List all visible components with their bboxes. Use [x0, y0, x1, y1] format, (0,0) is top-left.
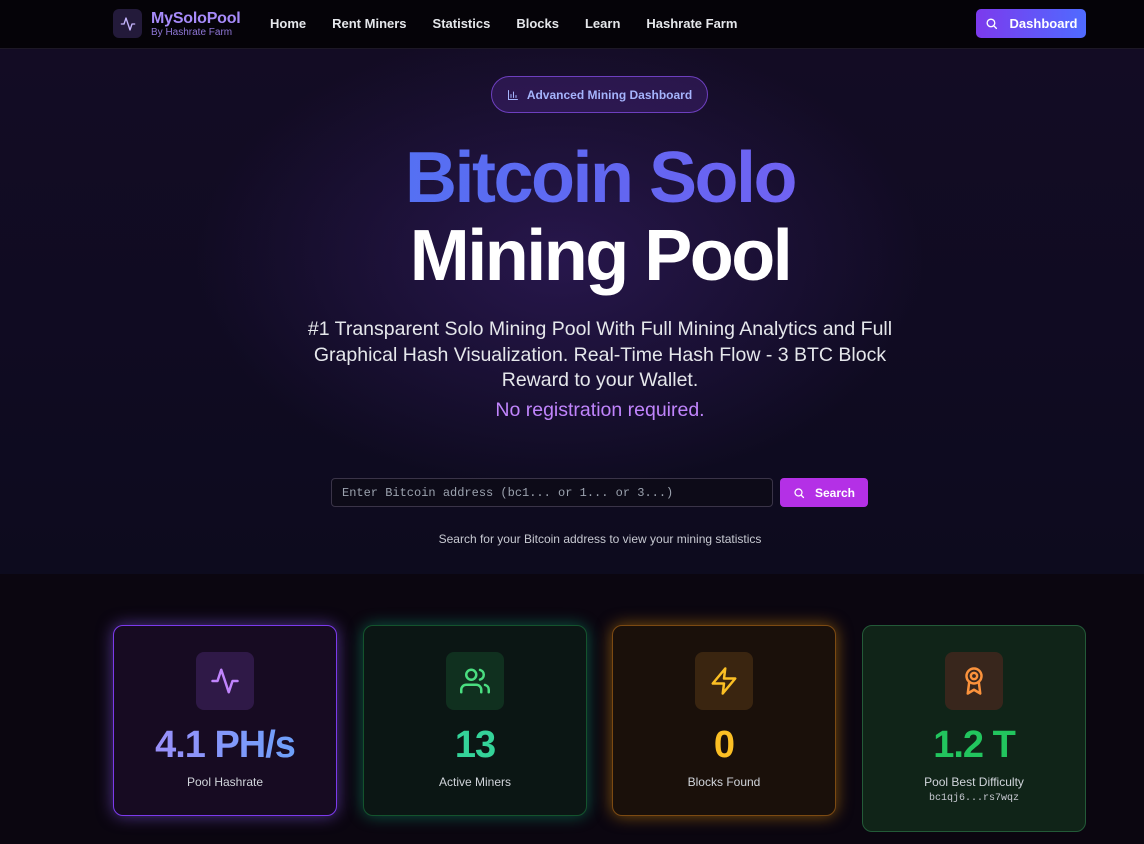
- nav-link-rent-miners[interactable]: Rent Miners: [332, 16, 406, 31]
- stat-card-pool-best-difficulty: 1.2 T Pool Best Difficulty bc1qj6...rs7w…: [862, 625, 1086, 832]
- active-miners-label: Active Miners: [438, 775, 512, 789]
- pool-best-difficulty-value: 1.2 T: [933, 724, 1016, 766]
- best-difficulty-address[interactable]: bc1qj6...rs7wqz: [863, 793, 1085, 804]
- no-registration-note: No registration required.: [495, 399, 705, 421]
- pool-hashrate-label: Pool Hashrate: [186, 775, 264, 789]
- stats-section: 4.1 PH/s Pool Hashrate 13 Active Miners …: [0, 574, 1144, 844]
- pool-best-difficulty-label: Pool Best Difficulty: [924, 775, 1024, 789]
- lightning-icon: [695, 652, 753, 710]
- nav-link-hashrate-farm[interactable]: Hashrate Farm: [646, 16, 737, 31]
- stat-card-blocks-found: 0 Blocks Found: [612, 625, 836, 816]
- nav-link-learn[interactable]: Learn: [585, 16, 620, 31]
- pool-hashrate-value: 4.1 PH/s: [114, 724, 336, 767]
- bar-chart-icon: [507, 89, 518, 100]
- nav-link-blocks[interactable]: Blocks: [516, 16, 559, 31]
- search-button[interactable]: Search: [780, 478, 868, 507]
- pill-label: Advanced Mining Dashboard: [526, 87, 693, 102]
- dashboard-button[interactable]: Dashboard: [976, 9, 1086, 38]
- award-icon: [945, 652, 1003, 710]
- hero-tagline: #1 Transparent Solo Mining Pool With Ful…: [307, 318, 893, 391]
- blocks-found-label: Blocks Found: [687, 775, 761, 789]
- dashboard-button-label: Dashboard: [1009, 16, 1078, 31]
- stat-card-active-miners: 13 Active Miners: [363, 625, 587, 816]
- hero-section: Advanced Mining Dashboard Bitcoin Solo M…: [0, 49, 1144, 574]
- search-hint: Search for your Bitcoin address to view …: [438, 532, 762, 546]
- stat-card-pool-hashrate: 4.1 PH/s Pool Hashrate: [113, 625, 337, 816]
- users-icon: [446, 652, 504, 710]
- logo-activity-icon[interactable]: [113, 9, 142, 38]
- search-button-label: Search: [814, 485, 856, 500]
- brand-subtitle: By Hashrate Farm: [151, 27, 233, 38]
- nav-link-home[interactable]: Home: [270, 16, 306, 31]
- bitcoin-address-search-input[interactable]: [331, 478, 773, 507]
- nav-link-statistics[interactable]: Statistics: [433, 16, 491, 31]
- top-navbar: MySoloPool By Hashrate Farm Home Rent Mi…: [0, 0, 1144, 49]
- hero-title-line1: Bitcoin Solo: [0, 133, 1144, 223]
- advanced-dashboard-pill[interactable]: Advanced Mining Dashboard: [491, 76, 708, 113]
- active-miners-value: 13: [454, 724, 496, 766]
- blocks-found-value: 0: [713, 724, 735, 766]
- search-icon: [986, 18, 997, 30]
- nav-links: Home Rent Miners Statistics Blocks Learn…: [270, 16, 763, 31]
- search-icon: [794, 487, 805, 498]
- activity-icon: [196, 652, 254, 710]
- brand-name[interactable]: MySoloPool: [151, 10, 241, 28]
- hero-title-line2: Mining Pool: [409, 216, 793, 296]
